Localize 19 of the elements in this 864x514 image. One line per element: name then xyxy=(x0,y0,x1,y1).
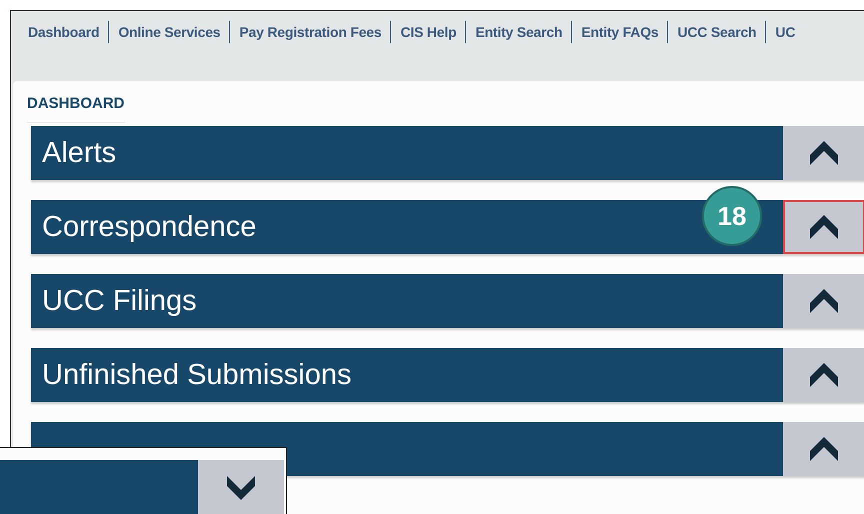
section-title: DASHBOARD xyxy=(27,95,124,123)
accordion-title: UCC Filings xyxy=(42,284,197,319)
accordion-title: Alerts xyxy=(42,136,116,171)
expand-toggle-button[interactable] xyxy=(198,460,284,514)
nav-link[interactable]: Dashboard xyxy=(19,21,108,43)
collapse-toggle-button[interactable] xyxy=(783,126,864,180)
nav-link[interactable]: Online Services xyxy=(108,21,230,43)
nav-link[interactable]: Entity FAQs xyxy=(571,21,668,43)
nav-link[interactable]: UC xyxy=(765,21,804,43)
nav-link[interactable]: Pay Registration Fees xyxy=(229,21,390,43)
collapse-toggle-button[interactable] xyxy=(783,274,864,328)
nav-link[interactable]: CIS Help xyxy=(390,21,466,43)
nav-link[interactable]: Entity Search xyxy=(465,21,572,43)
accordion-title: Unfinished Submissions xyxy=(42,358,352,393)
nav-link[interactable]: UCC Search xyxy=(667,21,766,43)
collapse-toggle-button[interactable] xyxy=(783,422,864,476)
collapse-toggle-button[interactable] xyxy=(783,348,864,402)
accordion-title: Correspondence xyxy=(42,210,256,245)
collapse-toggle-button[interactable] xyxy=(783,200,864,254)
